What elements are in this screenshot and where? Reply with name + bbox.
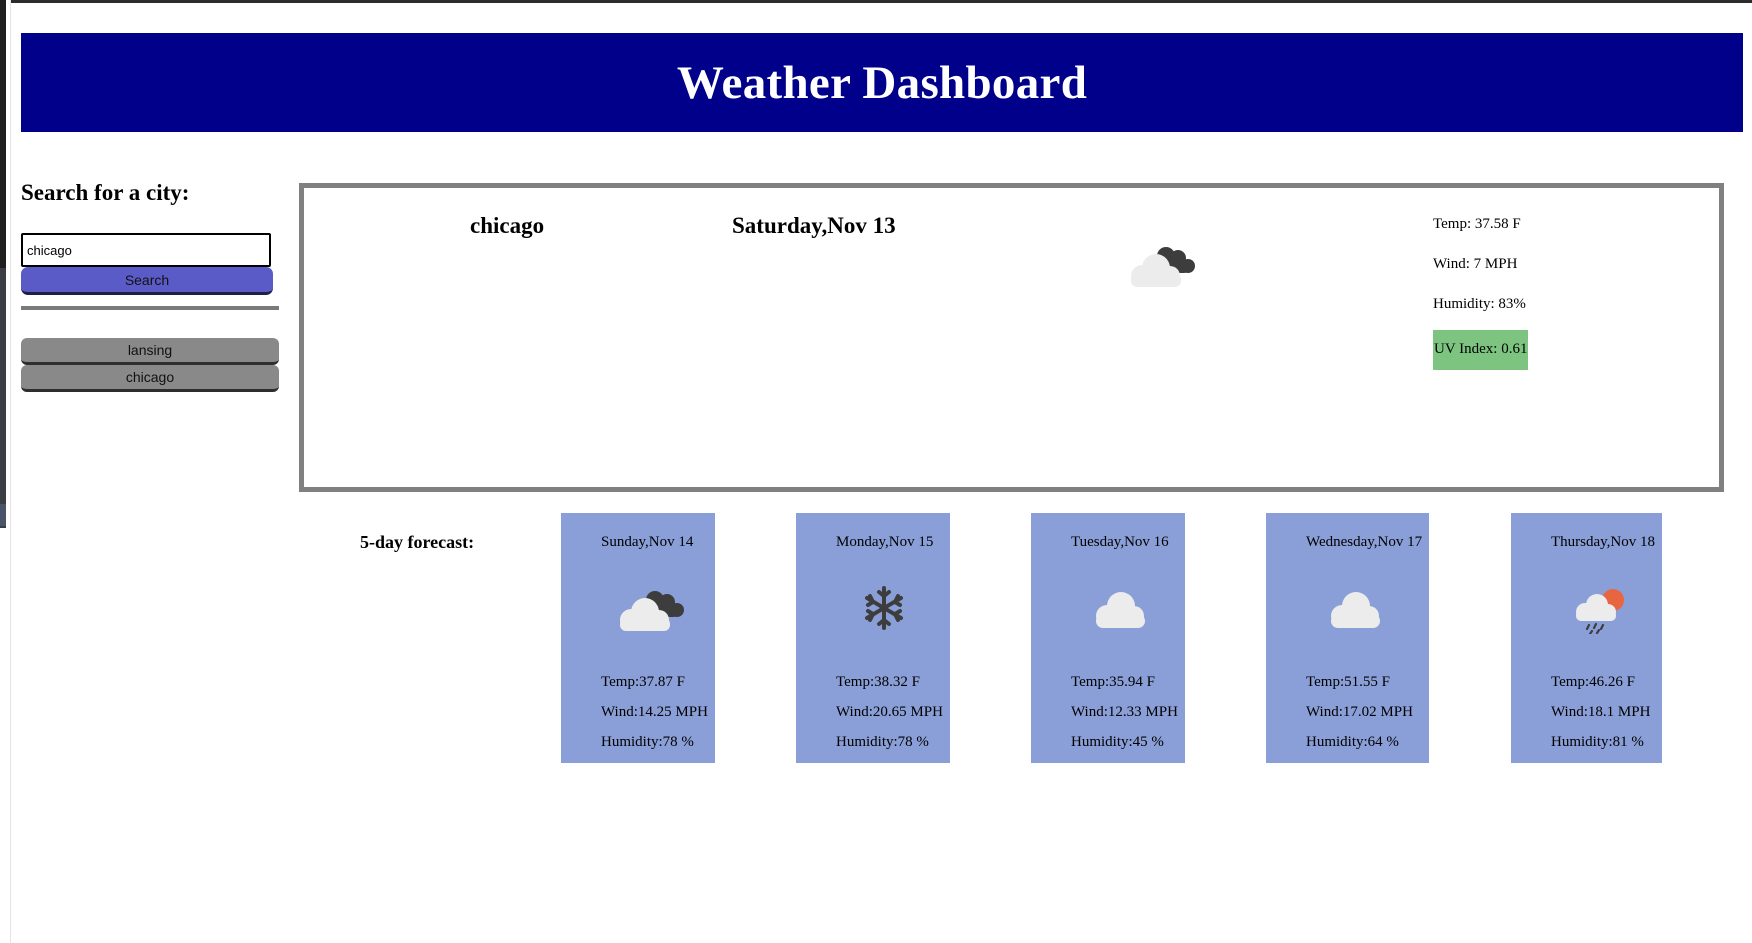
edge-mid [0,268,6,528]
uv-index-badge: UV Index: 0.61 [1433,330,1529,370]
search-label: Search for a city: [21,180,190,205]
forecast-date: Tuesday,Nov 16 [1071,534,1169,550]
search-history: lansing chicago [21,338,279,392]
cloud-icon [1096,592,1145,628]
forecast-label: 5-day forecast: [360,532,475,552]
forecast-card: Monday,Nov 15 Temp:38.32 F Wind:20.65 MP… [796,513,950,763]
forecast-wind: Wind:20.65 MPH [836,704,943,720]
history-item-chicago[interactable]: chicago [21,365,279,392]
window-top-edge [0,0,1752,3]
edge-dark [0,0,6,268]
current-humidity: Humidity: 83% [1433,296,1526,312]
edge-blip [0,504,6,526]
forecast-humidity: Humidity:81 % [1551,734,1644,750]
current-wind: Wind: 7 MPH [1433,256,1518,272]
search-button[interactable]: Search [21,267,273,295]
window-left-edge [0,0,11,943]
forecast-humidity: Humidity:64 % [1306,734,1399,750]
forecast-temp: Temp:35.94 F [1071,674,1155,690]
snowflake-icon [865,586,903,630]
page-title: Weather Dashboard [676,56,1088,109]
forecast-temp: Temp:51.55 F [1306,674,1390,690]
forecast-wind: Wind:12.33 MPH [1071,704,1178,720]
app-window: Weather Dashboard Search for a city: Sea… [0,0,1752,943]
forecast-date: Wednesday,Nov 17 [1306,534,1423,550]
forecast-humidity: Humidity:45 % [1071,734,1164,750]
forecast-date: Sunday,Nov 14 [601,534,694,550]
current-stats: Temp: 37.58 F Wind: 7 MPH Humidity: 83% … [1433,210,1529,370]
forecast-date: Monday,Nov 15 [836,534,934,550]
current-uv-row: UV Index: 0.61 [1433,330,1529,370]
forecast-humidity: Humidity:78 % [601,734,694,750]
sun-rain-icon [1576,589,1624,634]
sidebar-divider [21,306,279,310]
forecast-wind: Wind:14.25 MPH [601,704,708,720]
forecast-wind: Wind:18.1 MPH [1551,704,1651,720]
forecast-card: Sunday,Nov 14 Temp:37.87 F Wind:14.25 MP… [561,513,715,763]
forecast-card: Tuesday,Nov 16 Temp:35.94 F Wind:12.33 M… [1031,513,1185,763]
history-item-lansing[interactable]: lansing [21,338,279,365]
forecast-temp: Temp:37.87 F [601,674,685,690]
partly-cloudy-icon [1131,247,1195,287]
page-header: Weather Dashboard [21,33,1743,132]
forecast-temp: Temp:38.32 F [836,674,920,690]
city-search-input[interactable] [21,233,271,267]
forecast-temp: Temp:46.26 F [1551,674,1635,690]
forecast-humidity: Humidity:78 % [836,734,929,750]
current-weather-card: chicago Saturday,Nov 13 Temp: 37.58 F Wi… [299,183,1724,492]
current-temp: Temp: 37.58 F [1433,216,1521,232]
current-city: chicago [470,213,545,238]
forecast-wind: Wind:17.02 MPH [1306,704,1413,720]
forecast-date: Thursday,Nov 18 [1551,534,1656,550]
partly-cloudy-icon [620,591,684,631]
cloud-icon [1331,592,1380,628]
forecast-card: Thursday,Nov 18 Temp:46.26 F Wind:18.1 M… [1511,513,1662,763]
current-date: Saturday,Nov 13 [732,213,896,238]
forecast-card: Wednesday,Nov 17 Temp:51.55 F Wind:17.02… [1266,513,1429,763]
